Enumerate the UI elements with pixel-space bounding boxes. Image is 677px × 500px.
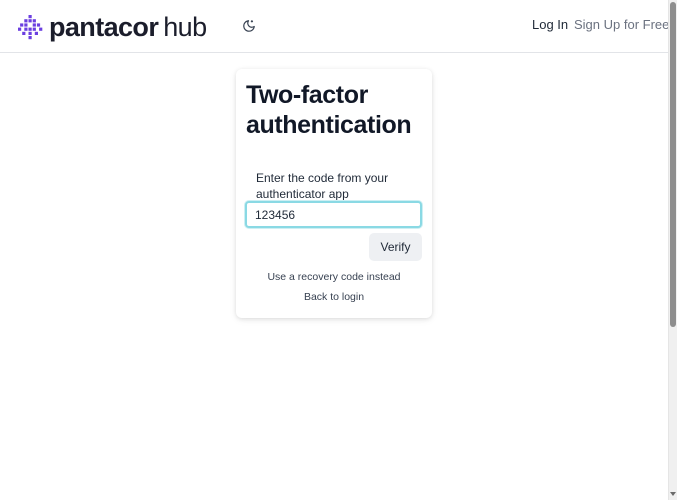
scroll-down-icon[interactable] <box>669 490 677 498</box>
two-factor-card: Two-factor authentication Enter the code… <box>236 69 432 318</box>
verify-button[interactable]: Verify <box>369 233 422 261</box>
signup-link[interactable]: Sign Up for Free <box>574 17 669 32</box>
moon-icon <box>243 20 255 32</box>
code-field-label: Enter the code from your authenticator a… <box>256 171 389 201</box>
back-to-login-link[interactable]: Back to login <box>236 291 432 303</box>
brand-wordmark: pantacor hub <box>49 12 207 42</box>
brand-logo[interactable]: pantacor hub <box>18 12 207 42</box>
triangle-down-icon <box>670 491 676 496</box>
login-link[interactable]: Log In <box>532 17 568 32</box>
pantacor-logo-icon <box>18 15 43 40</box>
theme-toggle-button[interactable] <box>240 17 258 35</box>
brand-suffix: hub <box>163 12 207 42</box>
page-title: Two-factor authentication <box>246 81 412 139</box>
app-viewport: pantacor hub Log In Sign Up for Free Two-… <box>0 0 677 500</box>
authenticator-code-input[interactable] <box>245 201 422 228</box>
scrollbar-thumb[interactable] <box>670 2 676 327</box>
top-navbar: pantacor hub Log In Sign Up for Free <box>0 0 669 53</box>
recovery-code-link[interactable]: Use a recovery code instead <box>236 271 432 283</box>
brand-name: pantacor <box>49 12 159 42</box>
